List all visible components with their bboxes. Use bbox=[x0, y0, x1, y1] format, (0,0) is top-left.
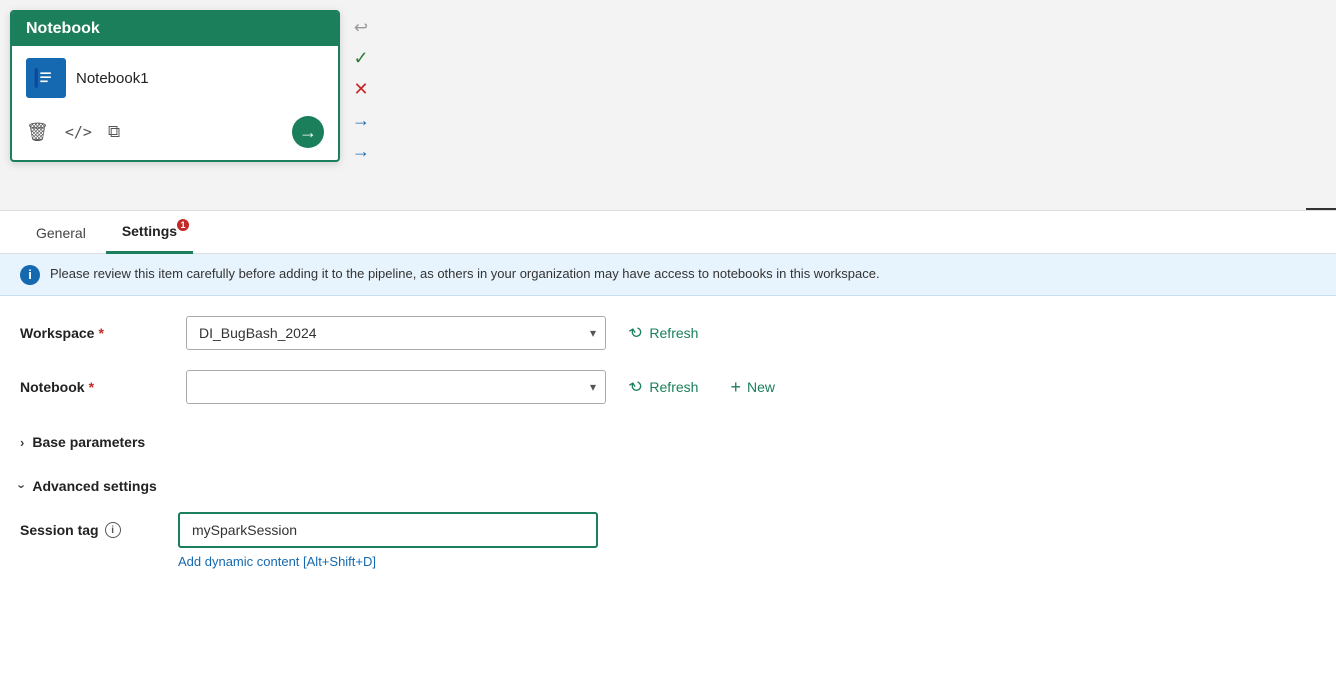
notebook-required-star: * bbox=[89, 379, 94, 395]
notebook-card-body: Notebook1 🗑 </> ⧉ → bbox=[12, 46, 338, 160]
session-tag-tooltip-icon[interactable]: i bbox=[105, 522, 121, 538]
form-section: Workspace * DI_BugBash_2024 ▾ ↻ Refresh bbox=[0, 296, 1336, 589]
info-banner-text: Please review this item carefully before… bbox=[50, 264, 880, 284]
workspace-required-star: * bbox=[98, 325, 103, 341]
workspace-label: Workspace * bbox=[20, 325, 170, 341]
arrow-right2-icon[interactable]: → bbox=[350, 139, 372, 164]
workspace-refresh-button[interactable]: ↻ Refresh bbox=[622, 319, 706, 347]
undo-icon[interactable]: ↩ bbox=[350, 16, 372, 40]
main-panel: General Settings 1 i Please review this … bbox=[0, 210, 1336, 677]
notebook-card-header: Notebook bbox=[12, 12, 338, 46]
notebook-refresh-icon: ↻ bbox=[626, 375, 648, 399]
cancel-icon[interactable]: ✕ bbox=[350, 77, 372, 102]
workspace-row: Workspace * DI_BugBash_2024 ▾ ↻ Refresh bbox=[20, 316, 1316, 350]
main-container: Notebook Notebook1 🗑 </> ⧉ bbox=[0, 0, 1336, 677]
notebook-item: Notebook1 bbox=[26, 58, 324, 98]
base-params-label: Base parameters bbox=[32, 434, 145, 450]
dynamic-content-link[interactable]: Add dynamic content [Alt+Shift+D] bbox=[178, 554, 1316, 569]
notebook-name: Notebook1 bbox=[76, 70, 149, 87]
tab-general[interactable]: General bbox=[20, 213, 102, 253]
go-button[interactable]: → bbox=[292, 116, 324, 148]
advanced-settings-section[interactable]: › Advanced settings bbox=[20, 468, 1316, 504]
base-parameters-section[interactable]: › Base parameters bbox=[20, 424, 1316, 460]
advanced-settings-expand-icon: › bbox=[15, 484, 30, 488]
session-tag-row: Session tag i bbox=[20, 512, 1316, 548]
notebook-select-wrapper: ▾ bbox=[186, 370, 606, 404]
go-icon: → bbox=[299, 122, 317, 143]
side-toolbar: ↩ ✓ ✕ → → bbox=[346, 10, 376, 170]
advanced-settings-label: Advanced settings bbox=[32, 478, 156, 494]
session-tag-input[interactable] bbox=[178, 512, 598, 548]
plus-icon: + bbox=[730, 377, 741, 398]
info-icon: i bbox=[20, 265, 40, 285]
workspace-refresh-icon: ↻ bbox=[626, 321, 648, 345]
tabs-bar: General Settings 1 bbox=[0, 211, 1336, 254]
session-tag-label-wrapper: Session tag i bbox=[20, 522, 170, 538]
notebook-select[interactable] bbox=[186, 370, 606, 404]
copy-icon[interactable]: ⧉ bbox=[108, 122, 120, 142]
notebook-refresh-button[interactable]: ↻ Refresh bbox=[622, 373, 706, 401]
delete-icon[interactable]: 🗑 bbox=[26, 122, 49, 143]
workspace-select[interactable]: DI_BugBash_2024 bbox=[186, 316, 606, 350]
settings-tab-badge: 1 bbox=[177, 219, 189, 231]
notebook-actions: 🗑 </> ⧉ → bbox=[26, 112, 324, 148]
tab-settings[interactable]: Settings 1 bbox=[106, 211, 193, 254]
info-banner: i Please review this item carefully befo… bbox=[0, 254, 1336, 296]
confirm-icon[interactable]: ✓ bbox=[350, 46, 372, 71]
notebook-new-button[interactable]: + New bbox=[722, 373, 783, 402]
notebook-icon bbox=[26, 58, 66, 98]
notebook-card-title: Notebook bbox=[26, 20, 100, 37]
base-params-expand-icon: › bbox=[20, 435, 24, 450]
workspace-select-wrapper: DI_BugBash_2024 ▾ bbox=[186, 316, 606, 350]
arrow-right-icon[interactable]: → bbox=[350, 108, 372, 133]
code-icon[interactable]: </> bbox=[65, 123, 92, 141]
notebook-label: Notebook * bbox=[20, 379, 170, 395]
notebook-row: Notebook * ▾ ↻ Refresh + New bbox=[20, 370, 1316, 404]
notebook-card: Notebook Notebook1 🗑 </> ⧉ bbox=[10, 10, 340, 162]
